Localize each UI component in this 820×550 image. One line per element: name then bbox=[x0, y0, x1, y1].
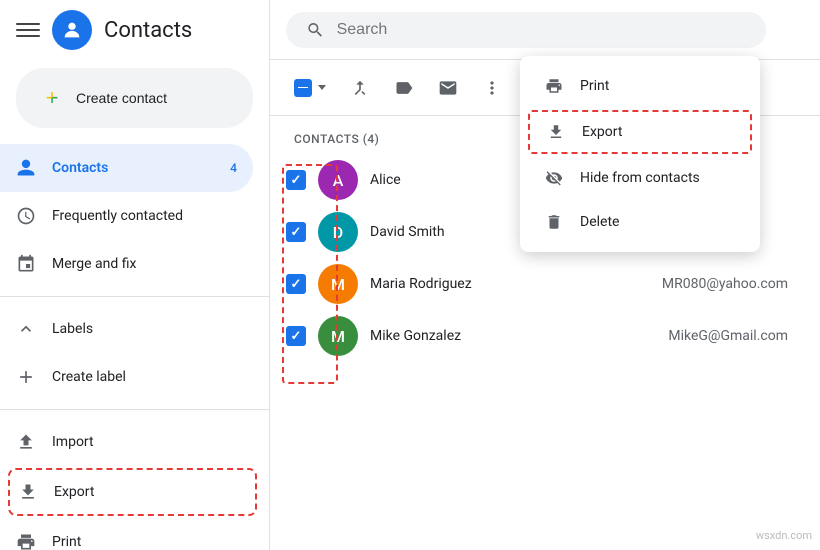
merge-button[interactable] bbox=[342, 70, 378, 106]
contacts-icon bbox=[16, 158, 36, 178]
contact-checkbox-mike[interactable] bbox=[286, 326, 306, 346]
print-nav-label: Print bbox=[52, 534, 81, 550]
nav-divider-2 bbox=[0, 409, 269, 410]
label-button[interactable] bbox=[386, 70, 422, 106]
search-icon bbox=[306, 20, 325, 40]
sidebar-item-merge[interactable]: Merge and fix bbox=[0, 240, 253, 288]
menu-export-label: Export bbox=[582, 124, 622, 140]
sidebar-item-export[interactable]: Export bbox=[8, 468, 257, 516]
sidebar-item-contacts[interactable]: Contacts 4 bbox=[0, 144, 253, 192]
select-all-checkbox bbox=[294, 79, 312, 97]
avatar: M bbox=[318, 316, 358, 356]
hamburger-menu-icon[interactable] bbox=[16, 18, 40, 42]
create-label-nav-label: Create label bbox=[52, 369, 126, 385]
export-icon bbox=[18, 482, 38, 502]
clock-icon bbox=[16, 206, 36, 226]
nav-section: Contacts 4 Frequently contacted Merge an… bbox=[0, 144, 269, 550]
menu-item-delete[interactable]: Delete bbox=[520, 200, 760, 244]
export-menu-icon bbox=[546, 122, 566, 142]
select-all-button[interactable] bbox=[286, 75, 334, 101]
table-row[interactable]: M Mike Gonzalez MikeG@Gmail.com bbox=[270, 310, 820, 362]
menu-item-hide[interactable]: Hide from contacts bbox=[520, 156, 760, 200]
avatar: A bbox=[318, 160, 358, 200]
sidebar-item-print[interactable]: Print bbox=[0, 518, 253, 550]
contact-email: MikeG@Gmail.com bbox=[668, 328, 788, 344]
email-button[interactable] bbox=[430, 70, 466, 106]
import-nav-label: Import bbox=[52, 434, 94, 450]
merge-icon bbox=[16, 254, 36, 274]
menu-item-export[interactable]: Export bbox=[528, 110, 752, 154]
merge-nav-label: Merge and fix bbox=[52, 256, 136, 272]
topbar bbox=[270, 0, 820, 60]
table-row[interactable]: M Maria Rodriguez MR080@yahoo.com bbox=[270, 258, 820, 310]
menu-hide-label: Hide from contacts bbox=[580, 170, 700, 186]
import-icon bbox=[16, 432, 36, 452]
sidebar-item-create-label[interactable]: Create label bbox=[0, 353, 253, 401]
hide-menu-icon bbox=[544, 168, 564, 188]
delete-menu-icon bbox=[544, 212, 564, 232]
avatar: D bbox=[318, 212, 358, 252]
create-contact-icon bbox=[40, 86, 64, 110]
chevron-up-icon bbox=[16, 319, 36, 339]
avatar: M bbox=[318, 264, 358, 304]
frequently-nav-label: Frequently contacted bbox=[52, 208, 183, 224]
menu-item-print[interactable]: Print bbox=[520, 64, 760, 108]
chevron-down-icon bbox=[318, 85, 326, 90]
nav-divider-1 bbox=[0, 296, 269, 297]
watermark: wsxdn.com bbox=[756, 529, 812, 542]
contacts-badge: 4 bbox=[230, 161, 237, 175]
sidebar-item-frequently[interactable]: Frequently contacted bbox=[0, 192, 253, 240]
sidebar-header: Contacts bbox=[0, 0, 269, 60]
contact-email: MR080@yahoo.com bbox=[662, 276, 788, 292]
contact-checkbox-maria[interactable] bbox=[286, 274, 306, 294]
create-contact-label: Create contact bbox=[76, 90, 167, 106]
contact-checkbox-david[interactable] bbox=[286, 222, 306, 242]
print-icon bbox=[16, 532, 36, 550]
menu-print-label: Print bbox=[580, 78, 609, 94]
search-box[interactable] bbox=[286, 12, 766, 48]
more-options-button[interactable] bbox=[474, 70, 510, 106]
search-input[interactable] bbox=[337, 21, 746, 39]
export-nav-label: Export bbox=[54, 484, 94, 500]
contacts-nav-label: Contacts bbox=[52, 160, 108, 176]
app-title: Contacts bbox=[104, 18, 192, 43]
app-logo-icon bbox=[52, 10, 92, 50]
sidebar-item-import[interactable]: Import bbox=[0, 418, 253, 466]
sidebar-item-labels[interactable]: Labels bbox=[0, 305, 253, 353]
contact-name: Maria Rodriguez bbox=[370, 276, 650, 292]
contact-checkbox-alice[interactable] bbox=[286, 170, 306, 190]
print-menu-icon bbox=[544, 76, 564, 96]
plus-icon bbox=[16, 367, 36, 387]
main-content: CONTACTS (4) A Alice D David Smith M Mar… bbox=[270, 0, 820, 550]
context-menu: Print Export Hide from contacts bbox=[520, 56, 760, 252]
contact-name: Mike Gonzalez bbox=[370, 328, 656, 344]
menu-delete-label: Delete bbox=[580, 214, 619, 230]
create-contact-button[interactable]: Create contact bbox=[16, 68, 253, 128]
labels-nav-label: Labels bbox=[52, 321, 93, 337]
sidebar: Contacts Create contact Contacts 4 Frequ bbox=[0, 0, 270, 550]
